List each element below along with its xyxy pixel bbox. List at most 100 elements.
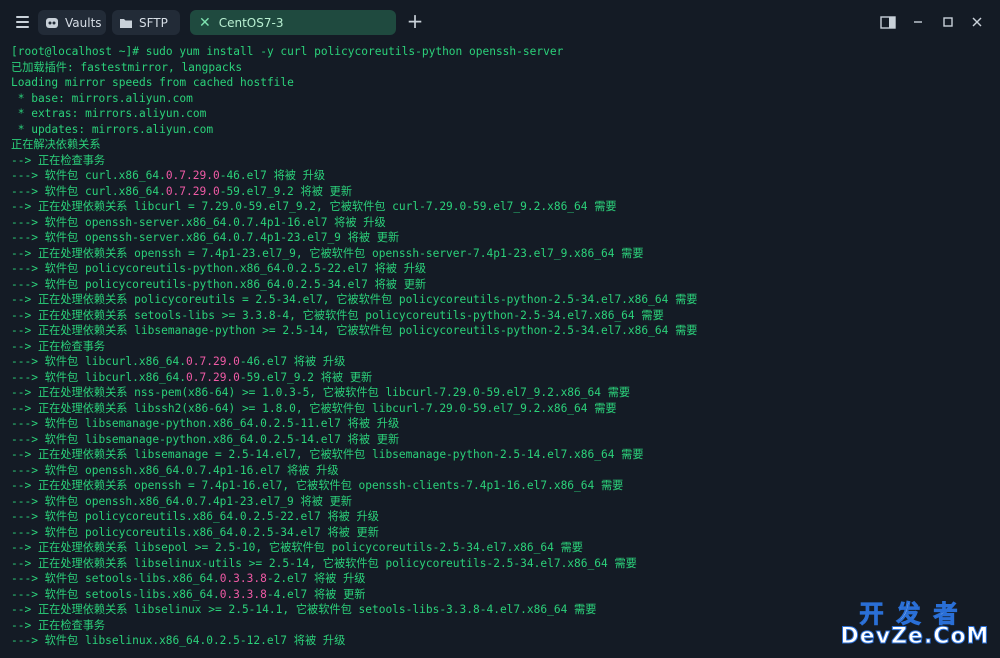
terminal-text: ---> 软件包 libcurl.x86_64. — [11, 355, 187, 368]
new-tab-plus-icon[interactable]: + — [406, 10, 424, 34]
terminal-text: --> 正在处理依赖关系 libcurl = 7.29.0-59.el7_9.2… — [11, 200, 617, 213]
terminal-text: --> 正在处理依赖关系 libsepol >= 2.5-10, 它被软件包 p… — [11, 541, 583, 554]
tab-vaults[interactable]: Vaults — [38, 10, 106, 35]
watermark-logo: 开发者 DevZe.CoM — [840, 594, 990, 652]
tab-sftp[interactable]: SFTP — [112, 10, 180, 35]
terminal-text: --> 正在处理依赖关系 libssh2(x86-64) >= 1.8.0, 它… — [11, 401, 617, 415]
terminal-line: ---> 软件包 libsemanage-python.x86_64.0.2.5… — [11, 432, 991, 448]
terminal-line: ---> 软件包 libcurl.x86_64.0.7.29.0-59.el7_… — [11, 370, 991, 386]
terminal-line: [root@localhost ~]# sudo yum install -y … — [11, 44, 991, 60]
terminal-line: --> 正在处理依赖关系 policycoreutils = 2.5-34.el… — [11, 292, 991, 308]
terminal-text: * base: mirrors.aliyun.com — [11, 91, 193, 105]
terminal-output[interactable]: [root@localhost ~]# sudo yum install -y … — [11, 44, 991, 654]
terminal-text: [root@localhost ~]# sudo yum install -y … — [11, 45, 564, 58]
terminal-line: * base: mirrors.aliyun.com — [11, 91, 991, 107]
terminal-highlight-text: 0.7.29.0 — [186, 355, 240, 368]
terminal-text: ---> 软件包 openssh-server.x86_64.0.7.4p1-2… — [11, 231, 400, 244]
terminal-text: -59.el7_9.2 将被 更新 — [219, 184, 353, 198]
terminal-text: ---> 软件包 curl.x86_64. — [11, 169, 166, 182]
terminal-line: 已加载插件: fastestmirror, langpacks — [11, 60, 991, 76]
terminal-line: --> 正在处理依赖关系 nss-pem(x86-64) >= 1.0.3-5,… — [11, 385, 991, 401]
terminal-text: ---> 软件包 policycoreutils.x86_64.0.2.5-34… — [11, 525, 379, 539]
terminal-highlight-text: 0.7.29.0 — [186, 370, 240, 384]
terminal-text: ---> 软件包 libsemanage-python.x86_64.0.2.5… — [11, 417, 400, 430]
terminal-line: --> 正在处理依赖关系 libsepol >= 2.5-10, 它被软件包 p… — [11, 540, 991, 556]
terminal-text: --> 正在处理依赖关系 libselinux >= 2.5-14.1, 它被软… — [11, 603, 597, 616]
terminal-line: ---> 软件包 openssh.x86_64.0.7.4p1-23.el7_9… — [11, 494, 991, 510]
terminal-text: * updates: mirrors.aliyun.com — [11, 122, 214, 136]
terminal-line: ---> 软件包 policycoreutils.x86_64.0.2.5-34… — [11, 525, 991, 541]
terminal-line: --> 正在处理依赖关系 libssh2(x86-64) >= 1.8.0, 它… — [11, 401, 991, 417]
terminal-text: --> 正在处理依赖关系 openssh = 7.4p1-16.el7, 它被软… — [11, 479, 624, 492]
terminal-text: Loading mirror speeds from cached hostfi… — [11, 76, 294, 89]
terminal-line: ---> 软件包 openssh-server.x86_64.0.7.4p1-1… — [11, 215, 991, 231]
terminal-highlight-text: 0.3.3.8 — [219, 587, 267, 601]
terminal-text: --> 正在检查事务 — [11, 618, 106, 632]
tab-label: SFTP — [139, 15, 168, 30]
terminal-line: ---> 软件包 libsemanage-python.x86_64.0.2.5… — [11, 416, 991, 432]
terminal-text: --> 正在检查事务 — [11, 153, 106, 167]
terminal-line: --> 正在处理依赖关系 setools-libs >= 3.3.8-4, 它被… — [11, 308, 991, 324]
terminal-text: ---> 软件包 libselinux.x86_64.0.2.5-12.el7 … — [11, 634, 346, 647]
terminal-line: ---> 软件包 openssh.x86_64.0.7.4p1-16.el7 将… — [11, 463, 991, 479]
terminal-line: ---> 软件包 policycoreutils.x86_64.0.2.5-22… — [11, 509, 991, 525]
terminal-text: --> 正在处理依赖关系 policycoreutils = 2.5-34.el… — [11, 293, 698, 306]
terminal-text: --> 正在处理依赖关系 libsemanage-python >= 2.5-1… — [11, 324, 698, 337]
terminal-highlight-text: 0.3.3.8 — [219, 572, 267, 585]
close-icon[interactable]: ✕ — [199, 15, 211, 31]
vault-icon — [45, 16, 59, 30]
terminal-line: --> 正在处理依赖关系 libsemanage-python >= 2.5-1… — [11, 323, 991, 339]
terminal-text: ---> 软件包 openssh.x86_64.0.7.4p1-23.el7_9… — [11, 494, 352, 508]
terminal-line: ---> 软件包 policycoreutils-python.x86_64.0… — [11, 277, 991, 293]
terminal-line: ---> 软件包 curl.x86_64.0.7.29.0-59.el7_9.2… — [11, 184, 991, 200]
terminal-text: --> 正在检查事务 — [11, 339, 106, 353]
terminal-line: --> 正在检查事务 — [11, 153, 991, 169]
terminal-line: 正在解决依赖关系 — [11, 137, 991, 153]
terminal-line: Loading mirror speeds from cached hostfi… — [11, 75, 991, 91]
terminal-text: -2.el7 将被 升级 — [266, 572, 366, 585]
terminal-text: --> 正在处理依赖关系 setools-libs >= 3.3.8-4, 它被… — [11, 308, 664, 322]
folder-icon — [119, 17, 133, 29]
terminal-line: --> 正在检查事务 — [11, 339, 991, 355]
terminal-line: ---> 软件包 openssh-server.x86_64.0.7.4p1-2… — [11, 230, 991, 246]
terminal-text: 正在解决依赖关系 — [11, 138, 101, 151]
terminal-highlight-text: 0.7.29.0 — [165, 184, 220, 198]
terminal-text: ---> 软件包 curl.x86_64. — [11, 184, 166, 198]
terminal-text: -46.el7 将被 升级 — [239, 355, 346, 368]
terminal-text: ---> 软件包 policycoreutils-python.x86_64.0… — [11, 277, 427, 291]
tab-label: Vaults — [65, 15, 102, 30]
terminal-text: 已加载插件: fastestmirror, langpacks — [11, 60, 243, 74]
window-close-icon[interactable] — [967, 12, 987, 32]
terminal-text: * extras: mirrors.aliyun.com — [11, 107, 207, 120]
split-view-icon[interactable] — [878, 12, 898, 32]
terminal-text: --> 正在处理依赖关系 libselinux-utils >= 2.5-14,… — [11, 556, 637, 570]
terminal-line: * updates: mirrors.aliyun.com — [11, 122, 991, 138]
terminal-line: ---> 软件包 curl.x86_64.0.7.29.0-46.el7 将被 … — [11, 168, 991, 184]
terminal-line: * extras: mirrors.aliyun.com — [11, 106, 991, 122]
maximize-icon[interactable] — [938, 12, 958, 32]
terminal-text: ---> 软件包 libcurl.x86_64. — [11, 370, 187, 384]
terminal-line: --> 正在处理依赖关系 openssh = 7.4p1-23.el7_9, 它… — [11, 246, 991, 262]
hamburger-menu-icon[interactable] — [6, 6, 38, 38]
terminal-line: --> 正在处理依赖关系 openssh = 7.4p1-16.el7, 它被软… — [11, 478, 991, 494]
terminal-line: ---> 软件包 policycoreutils-python.x86_64.0… — [11, 261, 991, 277]
terminal-text: --> 正在处理依赖关系 nss-pem(x86-64) >= 1.0.3-5,… — [11, 386, 631, 399]
terminal-text: -46.el7 将被 升级 — [219, 169, 326, 182]
tab-centos7-3[interactable]: ✕ CentOS7-3 — [190, 10, 396, 35]
terminal-text: -59.el7_9.2 将被 更新 — [239, 370, 373, 384]
terminal-text: --> 正在处理依赖关系 libsemanage = 2.5-14.el7, 它… — [11, 448, 644, 461]
terminal-text: ---> 软件包 policycoreutils-python.x86_64.0… — [11, 262, 427, 275]
terminal-text: -4.el7 将被 更新 — [266, 587, 366, 601]
terminal-text: ---> 软件包 setools-libs.x86_64. — [11, 587, 220, 601]
minimize-icon[interactable] — [908, 12, 928, 32]
terminal-text: ---> 软件包 policycoreutils.x86_64.0.2.5-22… — [11, 510, 379, 523]
terminal-line: --> 正在处理依赖关系 libsemanage = 2.5-14.el7, 它… — [11, 447, 991, 463]
terminal-text: ---> 软件包 openssh.x86_64.0.7.4p1-16.el7 将… — [11, 463, 339, 477]
terminal-line: --> 正在处理依赖关系 libselinux-utils >= 2.5-14,… — [11, 556, 991, 572]
terminal-line: --> 正在处理依赖关系 libcurl = 7.29.0-59.el7_9.2… — [11, 199, 991, 215]
terminal-highlight-text: 0.7.29.0 — [165, 169, 220, 182]
tab-label: CentOS7-3 — [218, 15, 284, 30]
terminal-text: --> 正在处理依赖关系 openssh = 7.4p1-23.el7_9, 它… — [11, 246, 644, 260]
watermark-bottom: DevZe.CoM — [840, 624, 990, 650]
terminal-text: ---> 软件包 setools-libs.x86_64. — [11, 572, 220, 585]
